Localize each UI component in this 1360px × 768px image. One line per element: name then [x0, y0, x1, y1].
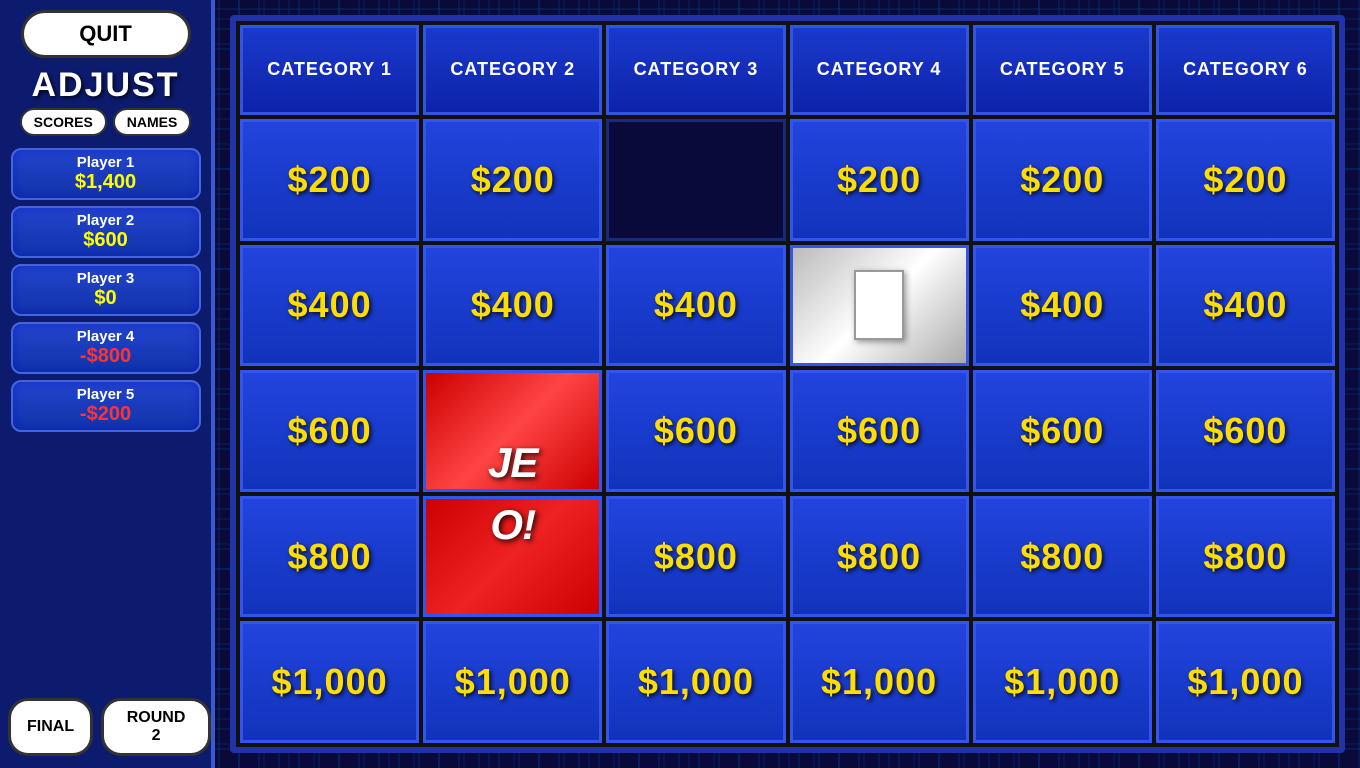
scores-button[interactable]: SCORES [20, 108, 107, 136]
cell-r4-c2[interactable]: O! [423, 496, 602, 618]
cell-r4-c3[interactable]: $800 [606, 496, 785, 618]
category-4: CATEGORY 4 [790, 25, 969, 115]
cell-r2-c2[interactable]: $400 [423, 245, 602, 367]
value-r1-c1-text: $200 [288, 159, 372, 201]
cell-r3-c1[interactable]: $600 [240, 370, 419, 492]
value-r5-c1-text: $1,000 [272, 661, 388, 703]
cell-r3-c4[interactable]: $600 [790, 370, 969, 492]
player-2-score: $600 [21, 229, 191, 252]
player-5-card: Player 5 -$200 [11, 380, 201, 432]
value-r4-c1-text: $800 [288, 536, 372, 578]
value-r2-c5-text: $400 [1020, 284, 1104, 326]
cell-r3-c5[interactable]: $600 [973, 370, 1152, 492]
cell-r4-c5[interactable]: $800 [973, 496, 1152, 618]
cell-r3-c6[interactable]: $600 [1156, 370, 1335, 492]
category-1-text: CATEGORY 1 [267, 58, 392, 81]
player-3-score: $0 [21, 287, 191, 310]
player-5-score: -$200 [21, 403, 191, 426]
cell-r2-c3[interactable]: $400 [606, 245, 785, 367]
cell-r5-c4[interactable]: $1,000 [790, 621, 969, 743]
value-r4-c3-text: $800 [654, 536, 738, 578]
category-4-text: CATEGORY 4 [817, 58, 942, 81]
cell-r2-c5[interactable]: $400 [973, 245, 1152, 367]
value-r3-c1-text: $600 [288, 410, 372, 452]
category-5: CATEGORY 5 [973, 25, 1152, 115]
cell-r5-c5[interactable]: $1,000 [973, 621, 1152, 743]
category-3: CATEGORY 3 [606, 25, 785, 115]
adjust-label: ADJUST [31, 68, 179, 102]
cell-r4-c1[interactable]: $800 [240, 496, 419, 618]
cell-r5-c1[interactable]: $1,000 [240, 621, 419, 743]
value-r3-c5-text: $600 [1020, 410, 1104, 452]
value-r3-c4-text: $600 [837, 410, 921, 452]
value-r5-c2-text: $1,000 [455, 661, 571, 703]
names-button[interactable]: NAMES [113, 108, 192, 136]
player-1-score: $1,400 [21, 171, 191, 194]
player-1-card: Player 1 $1,400 [11, 148, 201, 200]
value-r1-c2-text: $200 [471, 159, 555, 201]
player-3-card: Player 3 $0 [11, 264, 201, 316]
cell-r1-c2[interactable]: $200 [423, 119, 602, 241]
value-r5-c4-text: $1,000 [821, 661, 937, 703]
cell-r1-c6[interactable]: $200 [1156, 119, 1335, 241]
value-r2-c3-text: $400 [654, 284, 738, 326]
adjust-buttons: SCORES NAMES [20, 108, 192, 136]
category-2: CATEGORY 2 [423, 25, 602, 115]
cell-r5-c6[interactable]: $1,000 [1156, 621, 1335, 743]
cell-r5-c3[interactable]: $1,000 [606, 621, 785, 743]
sidebar: QUIT ADJUST SCORES NAMES Player 1 $1,400… [0, 0, 215, 768]
round2-button[interactable]: ROUND 2 [101, 698, 211, 756]
cell-r4-c4[interactable]: $800 [790, 496, 969, 618]
cell-r1-c5[interactable]: $200 [973, 119, 1152, 241]
cell-r2-c6[interactable]: $400 [1156, 245, 1335, 367]
category-2-text: CATEGORY 2 [450, 58, 575, 81]
cell-r5-c2[interactable]: $1,000 [423, 621, 602, 743]
cell-r2-c1[interactable]: $400 [240, 245, 419, 367]
bottom-buttons: FINAL ROUND 2 [8, 698, 211, 756]
player-2-name: Player 2 [21, 212, 191, 229]
cell-r2-c4[interactable] [790, 245, 969, 367]
quit-button[interactable]: QUIT [21, 10, 191, 58]
cell-r3-c2[interactable]: JE [423, 370, 602, 492]
value-r1-c5-text: $200 [1020, 159, 1104, 201]
value-r5-c3-text: $1,000 [638, 661, 754, 703]
cell-r3-c3[interactable]: $600 [606, 370, 785, 492]
player-5-name: Player 5 [21, 386, 191, 403]
value-r4-c4-text: $800 [837, 536, 921, 578]
value-r4-c6-text: $800 [1203, 536, 1287, 578]
category-5-text: CATEGORY 5 [1000, 58, 1125, 81]
final-button[interactable]: FINAL [8, 698, 93, 756]
value-r5-c6-text: $1,000 [1187, 661, 1303, 703]
value-r3-c3-text: $600 [654, 410, 738, 452]
value-r3-c6-text: $600 [1203, 410, 1287, 452]
player-3-name: Player 3 [21, 270, 191, 287]
cell-r1-c1[interactable]: $200 [240, 119, 419, 241]
category-1: CATEGORY 1 [240, 25, 419, 115]
cell-r4-c6[interactable]: $800 [1156, 496, 1335, 618]
value-r1-c4-text: $200 [837, 159, 921, 201]
game-board: CATEGORY 1 CATEGORY 2 CATEGORY 3 CATEGORY 4… [230, 15, 1345, 753]
cell-r1-c3 [606, 119, 785, 241]
value-r2-c2-text: $400 [471, 284, 555, 326]
value-r2-c1-text: $400 [288, 284, 372, 326]
player-1-name: Player 1 [21, 154, 191, 171]
value-r4-c5-text: $800 [1020, 536, 1104, 578]
cell-r1-c4[interactable]: $200 [790, 119, 969, 241]
value-r1-c6-text: $200 [1203, 159, 1287, 201]
category-3-text: CATEGORY 3 [634, 58, 759, 81]
player-2-card: Player 2 $600 [11, 206, 201, 258]
player-4-name: Player 4 [21, 328, 191, 345]
player-4-score: -$800 [21, 345, 191, 368]
player-4-card: Player 4 -$800 [11, 322, 201, 374]
value-r2-c6-text: $400 [1203, 284, 1287, 326]
category-6-text: CATEGORY 6 [1183, 58, 1308, 81]
category-6: CATEGORY 6 [1156, 25, 1335, 115]
value-r5-c5-text: $1,000 [1004, 661, 1120, 703]
